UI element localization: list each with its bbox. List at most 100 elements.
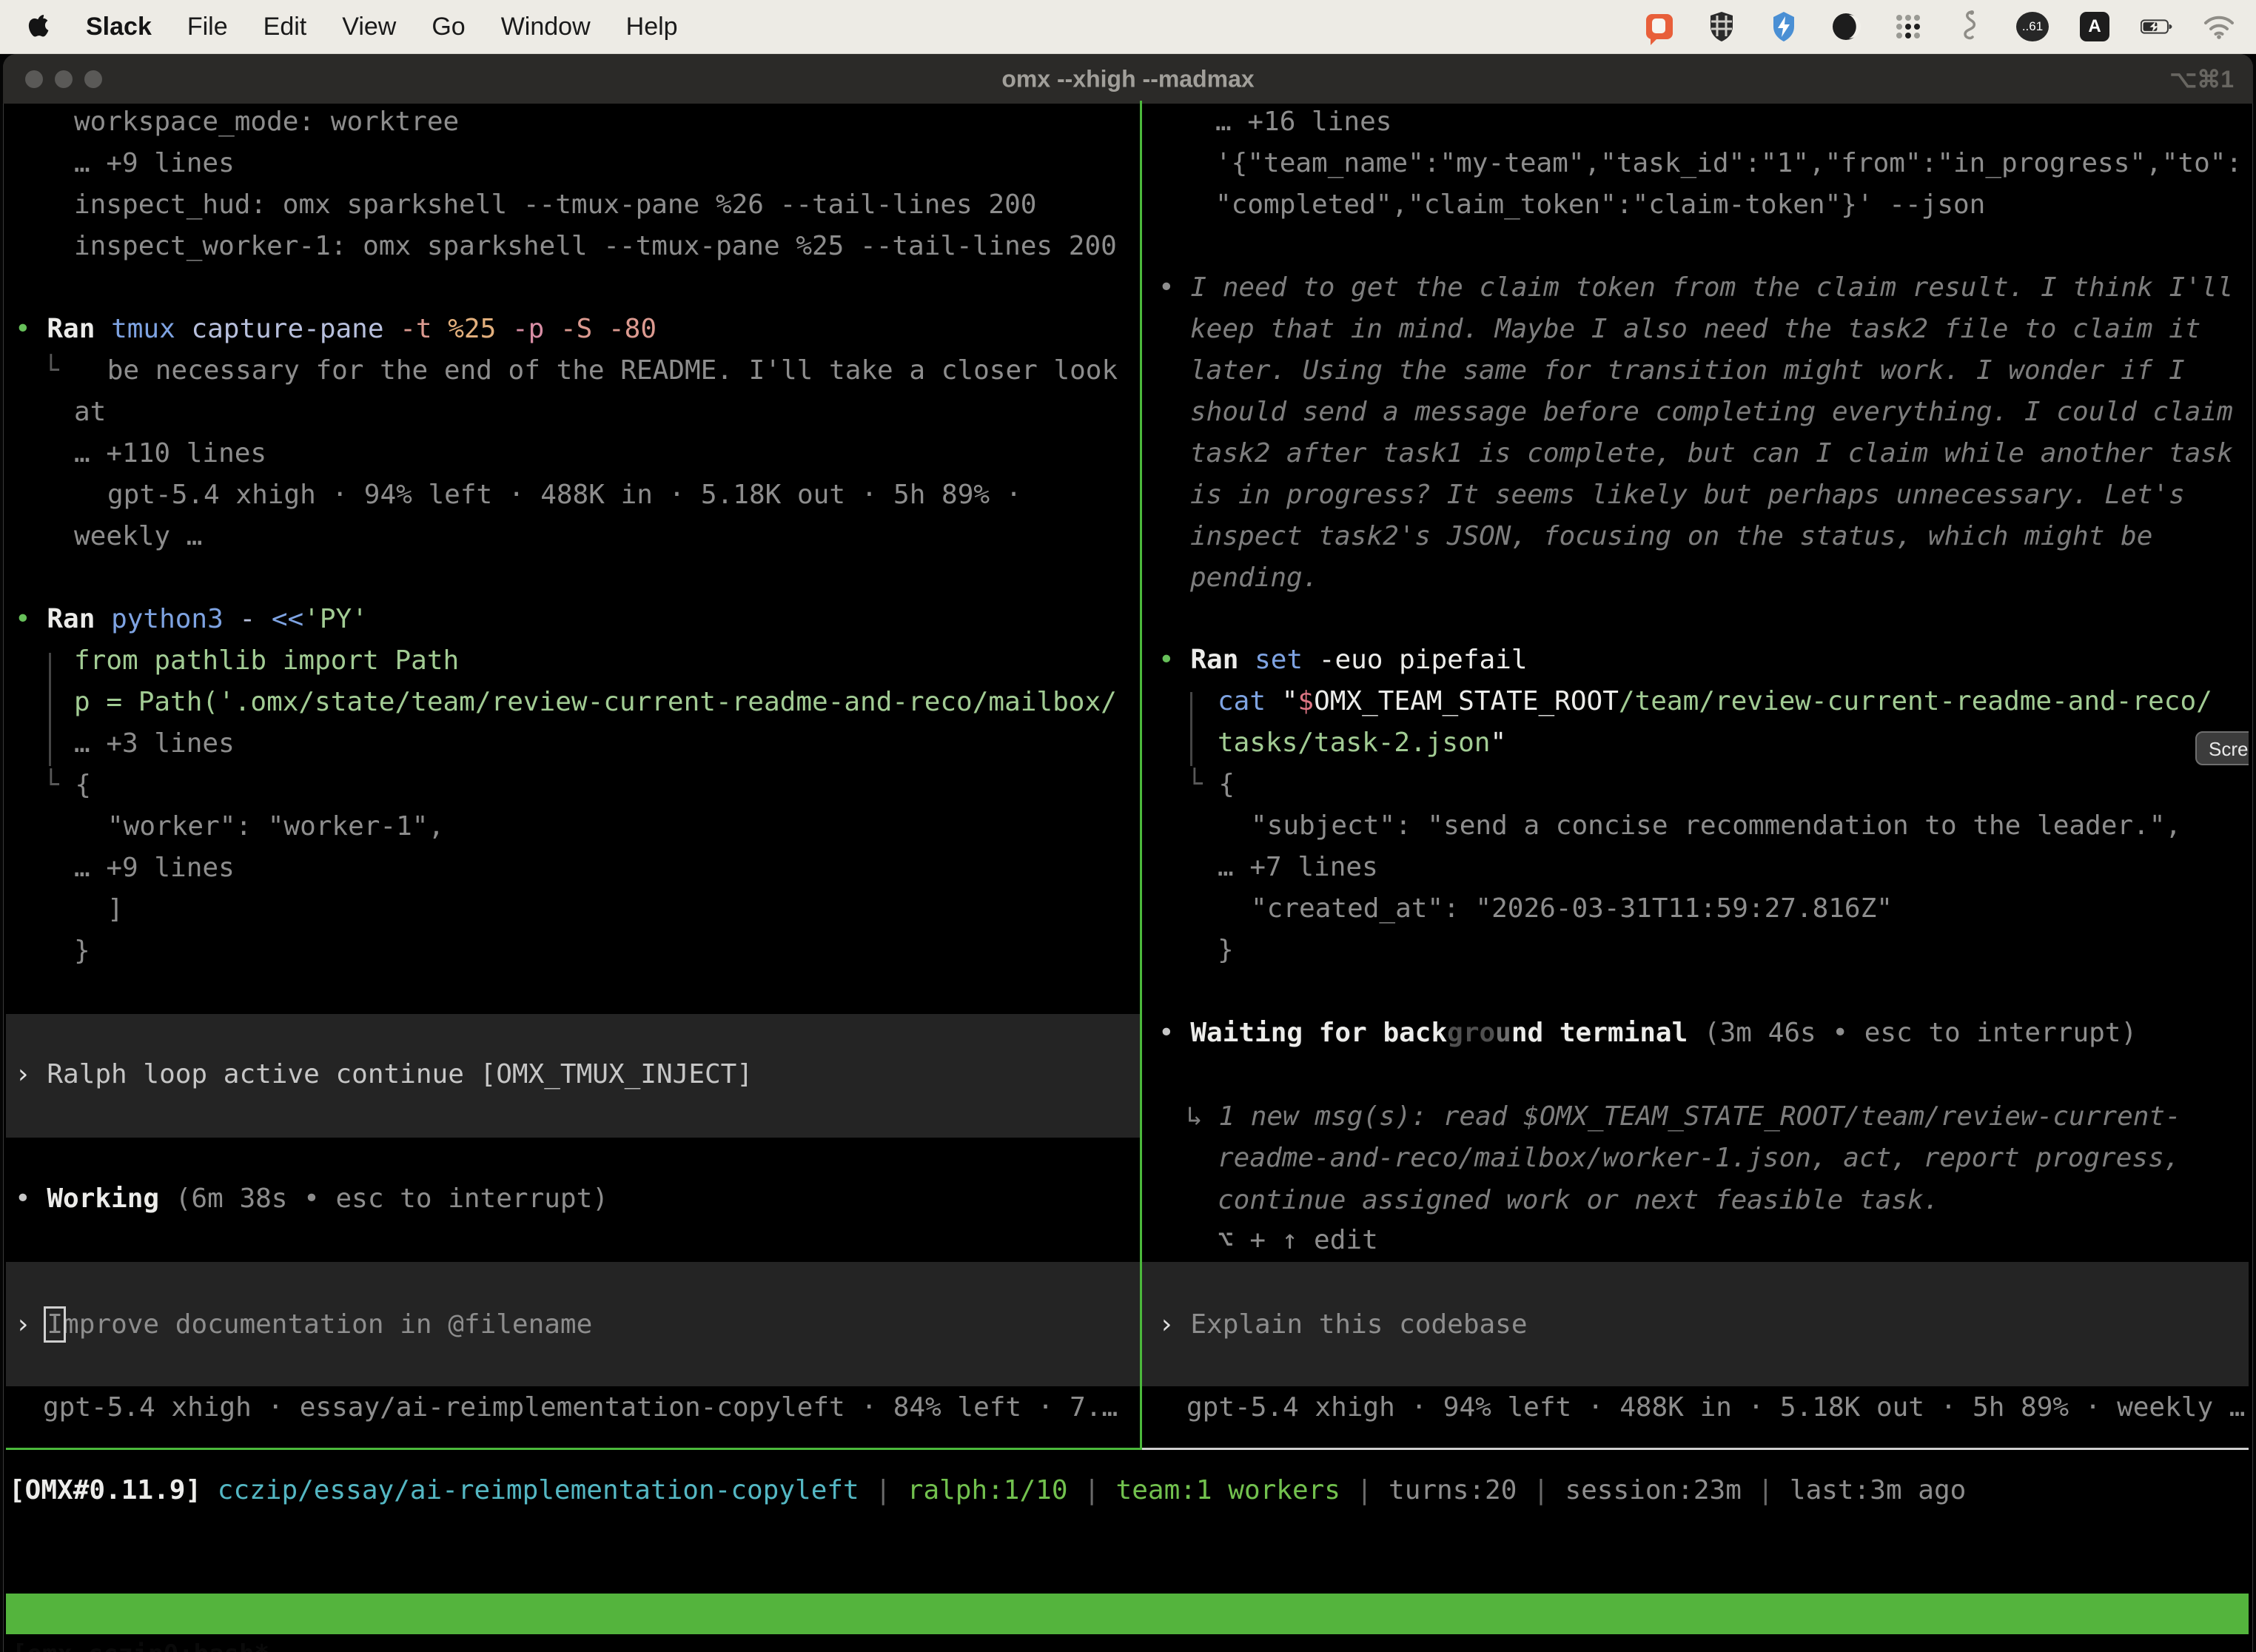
moon-icon[interactable] — [1830, 10, 1862, 43]
active-app-name[interactable]: Slack — [86, 13, 152, 41]
terminal-line: … +110 lines — [74, 433, 266, 474]
text-segment: -p — [512, 314, 560, 344]
close-button[interactable] — [25, 70, 43, 88]
menu-bar-left: Slack File Edit View Go Window Help — [0, 12, 678, 41]
thinking-line: should send a message before completing … — [1190, 392, 2233, 433]
window-title-bar[interactable]: omx --xhigh --madmax ⌥⌘1 — [3, 54, 2253, 104]
text-segment: › — [1158, 1309, 1190, 1340]
keyboard-layout-icon[interactable]: A — [2078, 10, 2111, 43]
text-segment: nd terminal — [1511, 1018, 1704, 1048]
terminal-content[interactable]: Scre [omx-cczip0:bash* "MacBook-Pro-44.l… — [6, 101, 2249, 1652]
text-segment: … +3 lines — [74, 728, 235, 759]
text-segment: Working — [47, 1183, 175, 1214]
shield-grid-icon[interactable] — [1705, 10, 1738, 43]
apple-logo-icon — [25, 13, 49, 41]
text-segment: -t — [400, 314, 448, 344]
text-segment: gpt-5.4 xhigh · 94% left · 488K in · 5.1… — [107, 480, 1021, 510]
menu-item-file[interactable]: File — [187, 13, 228, 41]
text-segment: { — [75, 770, 91, 800]
text-segment: turns:20 — [1389, 1475, 1533, 1505]
terminal-line: from pathlib import Path — [74, 640, 459, 682]
keyboard-layout-label: A — [2080, 12, 2109, 41]
text-segment: I need to get the claim token from the c… — [1190, 272, 2233, 303]
text-segment: -euo pipefail — [1319, 645, 1528, 675]
text-segment: "completed","claim_token":"claim-token"}… — [1215, 189, 1985, 220]
menu-item-window[interactable]: Window — [501, 13, 591, 41]
text-segment: -S — [560, 314, 608, 344]
waiting-status-line: • Waiting for background terminal (3m 46… — [1158, 1013, 2137, 1054]
minimize-button[interactable] — [55, 70, 73, 88]
bolt-circle-icon[interactable] — [1767, 10, 1800, 43]
prompt-input[interactable]: › Improve documentation in @filename — [15, 1304, 592, 1346]
left-pane-bottom-border — [6, 1448, 1142, 1450]
thinking-line: keep that in mind. Maybe I also need the… — [1190, 309, 2200, 350]
tree-connector — [49, 653, 51, 766]
text-segment: gro — [1447, 1018, 1495, 1048]
thinking-line: inspect task2's JSON, focusing on the st… — [1190, 516, 2152, 557]
prompt-input[interactable]: › Explain this codebase — [1158, 1304, 1528, 1346]
thinking-line: task2 after task1 is complete, but can I… — [1190, 433, 2233, 474]
text-segment: Explain this codebase — [1190, 1309, 1527, 1340]
menu-item-edit[interactable]: Edit — [263, 13, 307, 41]
text-segment: "worker": "worker-1", — [107, 811, 444, 842]
text-segment: | — [1758, 1475, 1790, 1505]
text-segment: 'PY' — [303, 604, 368, 634]
terminal-line: └ { — [1186, 764, 1235, 805]
text-segment: • — [15, 1183, 47, 1214]
terminal-line: … +9 lines — [74, 847, 235, 889]
text-segment: '{"team_name":"my-team","task_id":"1","f… — [1215, 148, 2242, 178]
wifi-icon[interactable] — [2203, 10, 2235, 43]
text-segment: should send a message before completing … — [1190, 397, 2233, 427]
terminal-line: workspace_mode: worktree — [74, 101, 459, 143]
text-segment: u — [1495, 1018, 1511, 1048]
terminal-line: "subject": "send a concise recommendatio… — [1251, 805, 2181, 847]
new-message-note: readme-and-reco/mailbox/worker-1.json, a… — [1218, 1138, 2180, 1179]
chat-app-icon[interactable] — [1643, 10, 1676, 43]
text-segment: "subject": "send a concise recommendatio… — [1251, 810, 2181, 841]
terminal-line: gpt-5.4 xhigh · 94% left · 488K in · 5.1… — [107, 474, 1021, 516]
menu-item-view[interactable]: View — [342, 13, 396, 41]
text-segment: readme-and-reco/mailbox/worker-1.json, a… — [1218, 1143, 2180, 1173]
terminal-line: … +16 lines — [1215, 101, 1391, 143]
squiggle-icon[interactable] — [1954, 10, 1987, 43]
text-segment: python3 — [111, 604, 239, 634]
text-segment: ralph:1/10 — [907, 1475, 1084, 1505]
text-segment: ↳ 1 new msg(s): read $OMX_TEAM_STATE_ROO… — [1186, 1101, 2181, 1132]
battery-icon[interactable] — [2141, 10, 2173, 43]
usage-status-line: gpt-5.4 xhigh · essay/ai-reimplementatio… — [43, 1387, 1118, 1428]
thinking-line: • I need to get the claim token from the… — [1158, 267, 2233, 309]
text-segment: └ — [43, 770, 75, 800]
text-segment: (3m 46s • esc to interrupt) — [1704, 1018, 2137, 1048]
terminal-line: tasks/task-2.json" — [1218, 722, 1506, 764]
apple-menu-icon[interactable] — [25, 12, 50, 41]
screen-overlay-chip[interactable]: Scre — [2195, 731, 2249, 765]
menu-item-go[interactable]: Go — [432, 13, 465, 41]
zoom-button[interactable] — [84, 70, 102, 88]
text-segment: I — [47, 1309, 63, 1340]
text-segment: weekly … — [74, 521, 202, 551]
chat-bubble-icon — [1646, 14, 1673, 39]
text-segment: team:1 workers — [1116, 1475, 1357, 1505]
timer-badge-icon[interactable]: ..61 — [2016, 10, 2049, 43]
text-segment: | — [1357, 1475, 1389, 1505]
terminal-line: "completed","claim_token":"claim-token"}… — [1215, 184, 1985, 226]
text-segment: … +9 lines — [74, 148, 235, 178]
ran-command-line: • Ran set -euo pipefail — [1158, 639, 1528, 681]
text-segment: … +7 lines — [1218, 852, 1378, 882]
ran-command-line: • Ran tmux capture-pane -t %25 -p -S -80 — [15, 309, 657, 350]
text-segment: session:23m — [1565, 1475, 1757, 1505]
text-segment: keep that in mind. Maybe I also need the… — [1190, 314, 2200, 344]
terminal-line: } — [1218, 930, 1234, 971]
window-shortcut: ⌥⌘1 — [2169, 65, 2234, 93]
menu-items: File Edit View Go Window Help — [187, 13, 678, 41]
grid-dots-icon[interactable] — [1892, 10, 1924, 43]
terminal-line: ] — [107, 889, 124, 930]
overlay-label: Scre — [2209, 738, 2248, 760]
menu-item-help[interactable]: Help — [626, 13, 678, 41]
text-segment: last:3m ago — [1790, 1475, 1966, 1505]
inject-status-line: › Ralph loop active continue [OMX_TMUX_I… — [15, 1054, 753, 1095]
text-segment: inspect_worker-1: omx sparkshell --tmux-… — [74, 231, 1117, 261]
pane-divider[interactable] — [1140, 101, 1142, 1449]
window-title: omx --xhigh --madmax — [1001, 65, 1254, 93]
text-segment: } — [74, 936, 90, 966]
